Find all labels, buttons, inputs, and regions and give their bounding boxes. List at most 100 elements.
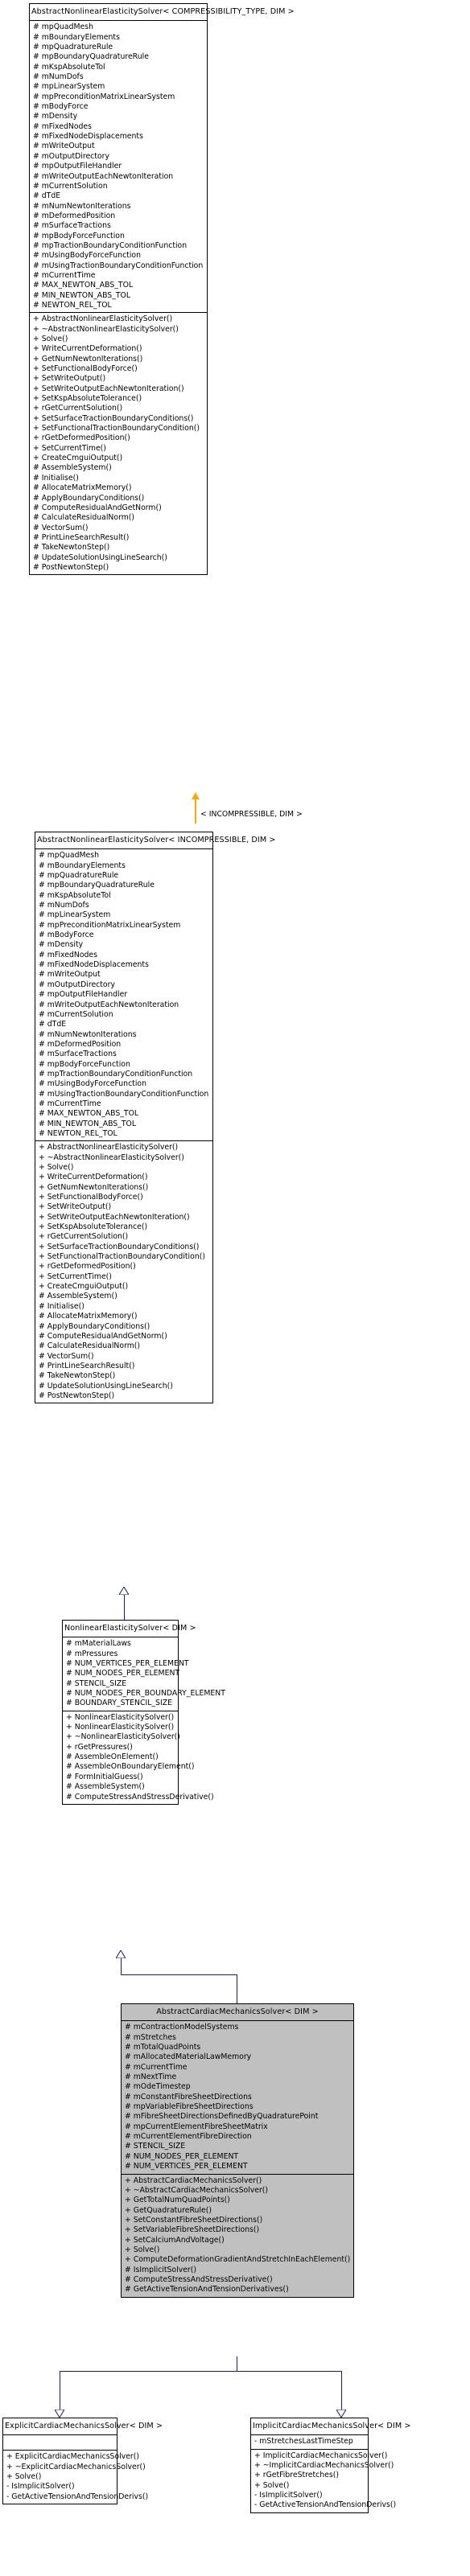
- class-attribute-row: # mNextTime: [125, 2073, 177, 2082]
- class-operation-row: # AssembleOnBoundaryElement(): [66, 1762, 195, 1772]
- class-attribute-row: # NUM_VERTICES_PER_ELEMENT: [125, 2162, 248, 2171]
- class-attribute-row: # mpBodyForceFunction: [39, 1059, 130, 1069]
- class-attribute-row: # mOutputDirectory: [39, 980, 115, 989]
- class-operation-row: + ImplicitCardiacMechanicsSolver(): [254, 2451, 388, 2460]
- class-operation-row: + rGetCurrentSolution(): [33, 404, 123, 413]
- class-operation-row: + NonlinearElasticitySolver(): [66, 1712, 175, 1722]
- class-attribute-row: # BOUNDARY_STENCIL_SIZE: [66, 1699, 172, 1708]
- class-attribute-row: # MAX_NEWTON_ABS_TOL: [33, 281, 134, 290]
- class-attribute-row: # mFixedNodeDisplacements: [39, 960, 149, 970]
- class-attribute-row: # NEWTON_REL_TOL: [33, 300, 112, 310]
- class-attribute-row: # mBodyForce: [33, 102, 89, 112]
- class-attribute-row: # NUM_NODES_PER_BOUNDARY_ELEMENT: [66, 1689, 225, 1699]
- class-operation-row: + CreateCmguiOutput(): [33, 454, 123, 463]
- class-box-abstract-cardiac-mechanics-solver[interactable]: AbstractCardiacMechanicsSolver< DIM > # …: [121, 2003, 354, 2298]
- class-attribute-row: # mPressures: [66, 1649, 118, 1658]
- class-attribute-row: # NUM_VERTICES_PER_ELEMENT: [66, 1659, 189, 1669]
- class-attribute-row: # MIN_NEWTON_ABS_TOL: [33, 290, 131, 300]
- class-attribute-row: # mNumNewtonIterations: [33, 201, 131, 211]
- class-operation-row: + Solve(): [6, 2472, 42, 2482]
- template-edge-arrowhead: [192, 792, 200, 799]
- class-operation-row: + SetConstantFibreSheetDirections(): [125, 2215, 263, 2225]
- class-operation-row: # UpdateSolutionUsingLineSearch(): [39, 1381, 173, 1391]
- class-attribute-row: # mWriteOutput: [39, 970, 101, 980]
- inheritance-arrowhead: [55, 2410, 64, 2418]
- class-operation-row: + ~AbstractCardiacMechanicsSolver(): [125, 2185, 269, 2195]
- class-operation-row: # ApplyBoundaryConditions(): [33, 493, 145, 503]
- class-attribute-row: # mCurrentSolution: [39, 1009, 113, 1019]
- class-attribute-row: # mTotalQuadPoints: [125, 2043, 201, 2052]
- class-operation-row: + WriteCurrentDeformation(): [39, 1173, 148, 1182]
- class-attribute-row: # mpVariableFibreSheetDirections: [125, 2102, 254, 2112]
- class-operation-row: + AbstractNonlinearElasticitySolver(): [33, 314, 173, 324]
- inheritance-arrowhead: [119, 1587, 129, 1595]
- inheritance-edge-line: [124, 1595, 125, 1620]
- class-attribute-row: # MAX_NEWTON_ABS_TOL: [39, 1109, 139, 1119]
- attributes-compartment: [3, 2435, 117, 2450]
- class-box-abstract-nonlinear-elasticity-solver-compressibility[interactable]: AbstractNonlinearElasticitySolver< COMPR…: [29, 3, 295, 576]
- class-attribute-row: # mBoundaryElements: [39, 861, 126, 870]
- class-operation-row: + GetNumNewtonIterations(): [33, 354, 143, 364]
- class-attribute-row: # mStretches: [125, 2032, 176, 2042]
- uml-diagram-canvas: AbstractNonlinearElasticitySolver< COMPR…: [0, 0, 470, 2576]
- class-attribute-row: # mpLinearSystem: [39, 910, 111, 920]
- class-attribute-row: # mWriteOutputEachNewtonIteration: [39, 1000, 179, 1009]
- class-box-nonlinear-elasticity-solver[interactable]: NonlinearElasticitySolver< DIM > # mMate…: [62, 1620, 225, 1805]
- class-attribute-row: # mFixedNodes: [33, 121, 92, 131]
- template-edge-label: < INCOMPRESSIBLE, DIM >: [200, 810, 303, 819]
- class-box-explicit-cardiac-mechanics-solver[interactable]: ExplicitCardiacMechanicsSolver< DIM > + …: [2, 2418, 163, 2505]
- class-attribute-row: # mUsingBodyForceFunction: [39, 1079, 146, 1089]
- class-operation-row: + Solve(): [39, 1163, 74, 1172]
- class-operation-row: + GetNumNewtonIterations(): [39, 1182, 149, 1192]
- class-attribute-row: # dTdE: [33, 191, 61, 201]
- class-operation-row: # Initialise(): [39, 1301, 85, 1311]
- class-operation-row: # AssembleSystem(): [39, 1292, 118, 1301]
- class-operation-row: - GetActiveTensionAndTensionDerivs(): [254, 2500, 397, 2510]
- class-attribute-row: # mConstantFibreSheetDirections: [125, 2092, 252, 2101]
- class-attribute-row: # mDensity: [39, 940, 84, 950]
- class-operation-row: + Solve(): [254, 2480, 290, 2490]
- class-operation-row: # ComputeResidualAndGetNorm(): [39, 1331, 167, 1341]
- class-operation-row: + rGetFibreStretches(): [254, 2471, 339, 2480]
- operations-compartment: + AbstractNonlinearElasticitySolver() + ~…: [30, 313, 207, 574]
- class-operation-row: + rGetDeformedPosition(): [39, 1262, 136, 1272]
- class-attribute-row: # mpPreconditionMatrixLinearSystem: [33, 92, 175, 101]
- class-operation-row: # VectorSum(): [33, 523, 89, 532]
- operations-compartment: + NonlinearElasticitySolver() + Nonlinear…: [63, 1711, 214, 1804]
- class-operation-row: # TakeNewtonStep(): [33, 543, 110, 553]
- class-operation-row: # Initialise(): [33, 473, 79, 483]
- class-operation-row: + ~ExplicitCardiacMechanicsSolver(): [6, 2462, 146, 2471]
- class-attribute-row: # mOdeTimestep: [125, 2082, 191, 2092]
- class-attribute-row: # NEWTON_REL_TOL: [39, 1128, 118, 1138]
- class-attribute-row: # mUsingTractionBoundaryConditionFunctio…: [33, 261, 204, 270]
- class-attribute-row: # mpBodyForceFunction: [33, 231, 125, 240]
- class-operation-row: # ApplyBoundaryConditions(): [39, 1321, 150, 1331]
- class-box-abstract-nonlinear-elasticity-solver-incompressible[interactable]: AbstractNonlinearElasticitySolver< INCOM…: [35, 832, 275, 1404]
- attributes-compartment: # mMaterialLaws # mPressures # NUM_VERTICE…: [63, 1637, 225, 1710]
- class-operation-row: # TakeNewtonStep(): [39, 1371, 116, 1381]
- class-attribute-row: # mContractionModelSystems: [125, 2023, 239, 2032]
- class-operation-row: + SetFunctionalBodyForce(): [33, 364, 138, 374]
- attributes-compartment: - mStretchesLastTimeStep: [251, 2435, 368, 2448]
- class-operation-row: - IsImplicitSolver(): [254, 2491, 323, 2500]
- class-operation-row: + SetCalciumAndVoltage(): [125, 2235, 225, 2245]
- class-operation-row: + Solve(): [125, 2245, 160, 2254]
- class-attribute-row: # mBodyForce: [39, 931, 94, 940]
- class-attribute-row: # mNumDofs: [33, 72, 84, 82]
- class-operation-row: + SetKspAbsoluteTolerance(): [33, 394, 142, 404]
- operations-compartment: + ImplicitCardiacMechanicsSolver() + ~Imp…: [251, 2450, 397, 2512]
- class-attribute-row: # mWriteOutputEachNewtonIteration: [33, 171, 174, 181]
- class-box-implicit-cardiac-mechanics-solver[interactable]: ImplicitCardiacMechanicsSolver< DIM > - …: [250, 2418, 410, 2513]
- class-attribute-row: # mNumDofs: [39, 901, 89, 910]
- class-operation-row: # PostNewtonStep(): [33, 562, 109, 572]
- class-attribute-row: # mDeformedPosition: [33, 211, 116, 220]
- class-attribute-row: # mMaterialLaws: [66, 1639, 131, 1649]
- class-attribute-row: # MIN_NEWTON_ABS_TOL: [39, 1119, 137, 1128]
- class-operation-row: # PostNewtonStep(): [39, 1391, 115, 1400]
- class-attribute-row: # mNumNewtonIterations: [39, 1029, 137, 1039]
- class-operation-row: # AssembleOnElement(): [66, 1752, 159, 1762]
- class-operation-row: + AbstractNonlinearElasticitySolver(): [39, 1143, 179, 1152]
- class-attribute-row: # mCurrentTime: [39, 1099, 101, 1108]
- class-operation-row: # PrintLineSearchResult(): [39, 1361, 135, 1370]
- class-attribute-row: # mpLinearSystem: [33, 82, 105, 92]
